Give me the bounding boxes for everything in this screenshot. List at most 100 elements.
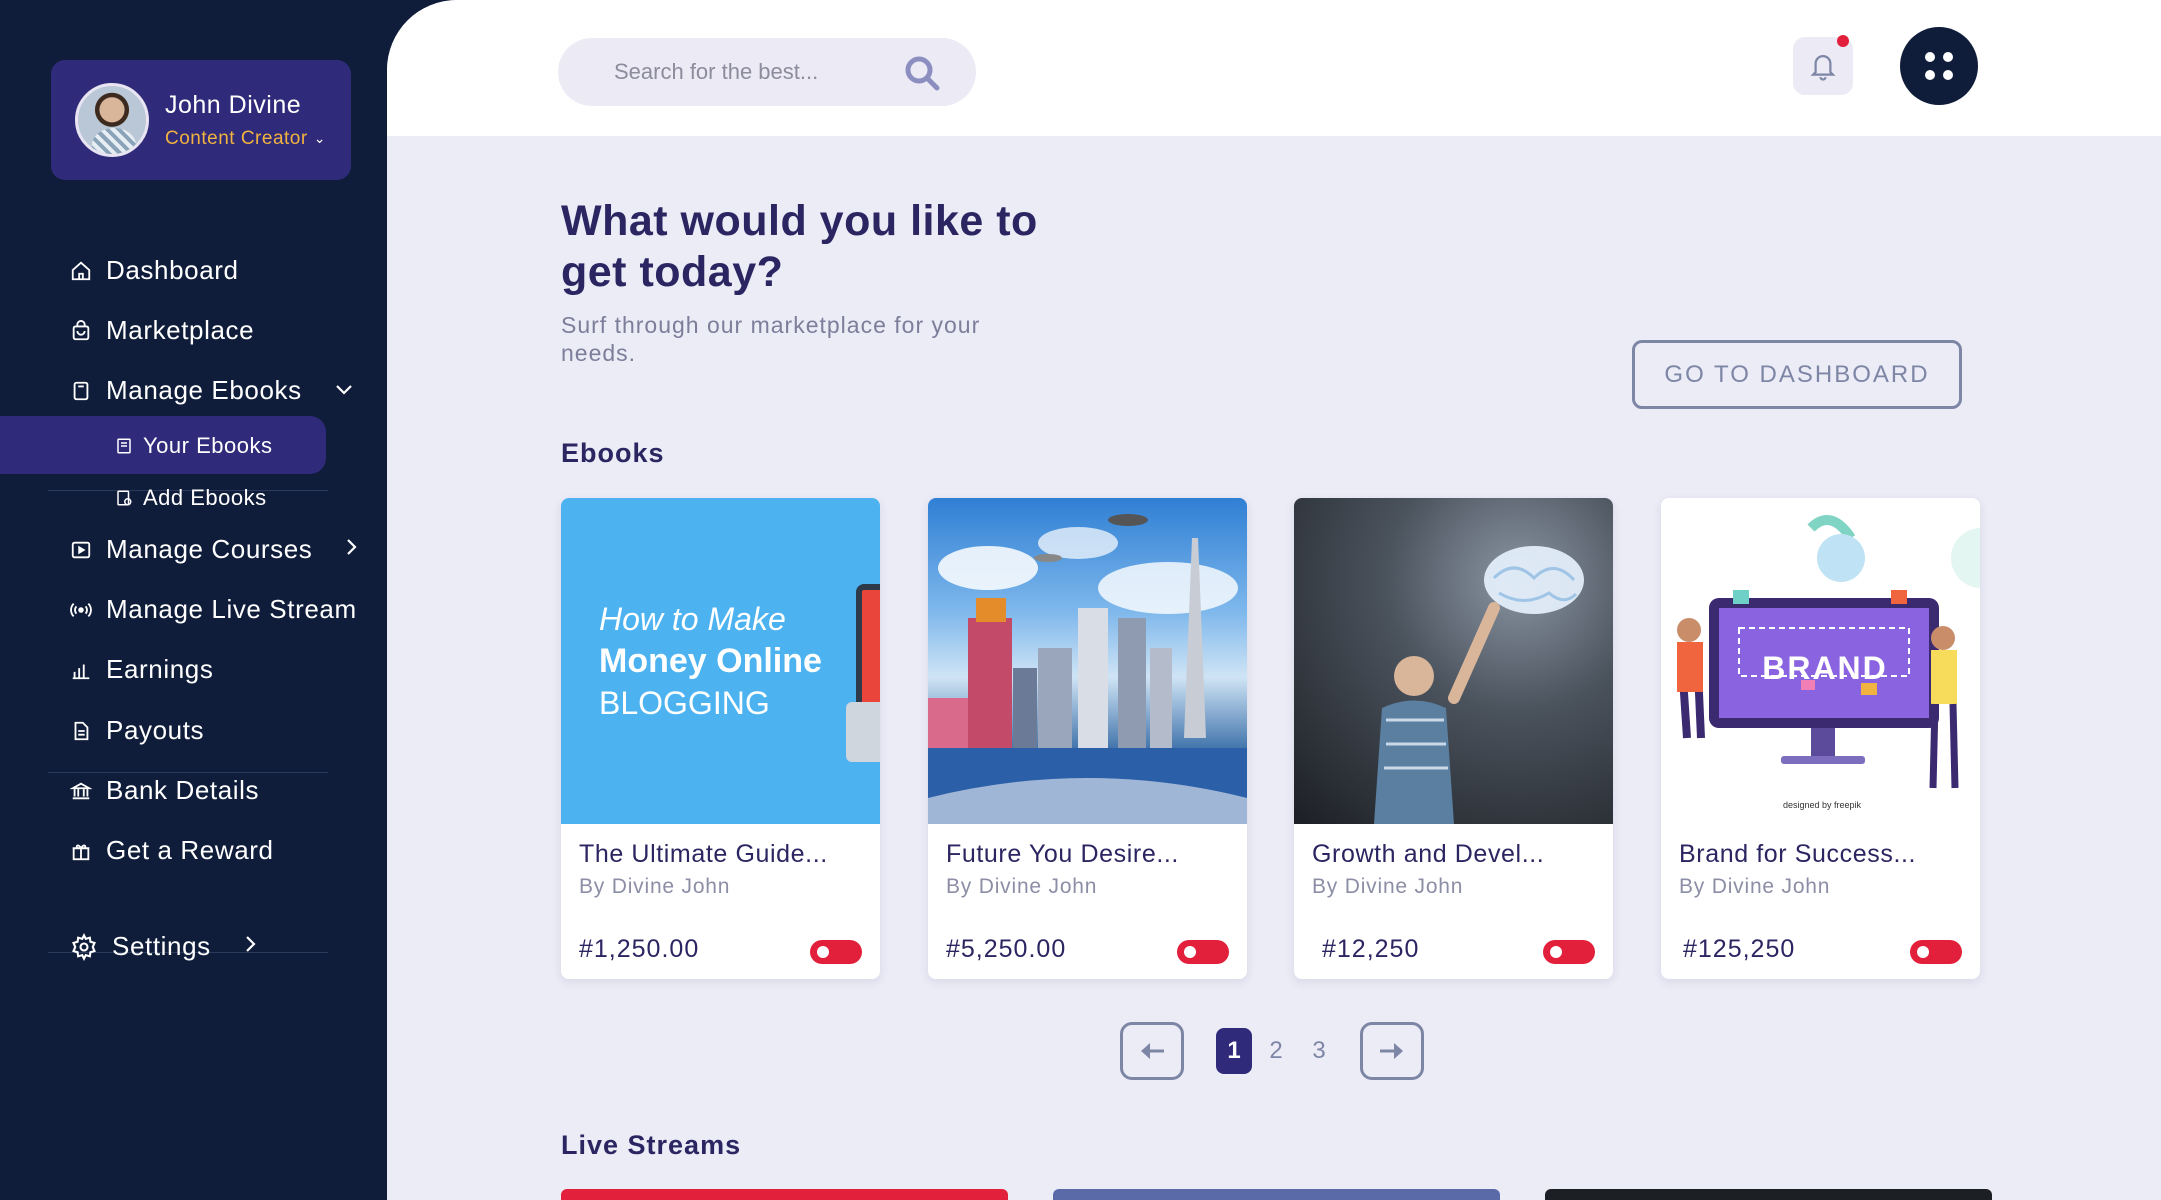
profile-name: John Divine <box>165 90 302 119</box>
bell-icon <box>1810 55 1836 81</box>
sidebar-item-label: Your Ebooks <box>143 433 273 458</box>
ebook-card[interactable]: How to Make Money Online BLOGGING The Ul… <box>561 498 880 979</box>
chevron-right-icon <box>243 934 257 960</box>
book-icon <box>70 380 92 402</box>
search-input[interactable] <box>614 59 894 85</box>
ebook-title: Future You Desire... <box>946 840 1179 868</box>
main-content: What would you like to get today? Surf t… <box>387 0 2161 1200</box>
profile-role[interactable]: Content Creator ⌄ <box>165 128 326 150</box>
document-icon <box>70 720 92 742</box>
pagination: 1 2 3 <box>387 1022 2161 1080</box>
chevron-right-icon <box>344 537 358 563</box>
ebook-price: #1,250.00 <box>579 935 700 963</box>
live-stream-card[interactable] <box>561 1189 1008 1200</box>
apps-menu-button[interactable] <box>1900 27 1978 105</box>
page-number[interactable]: 2 <box>1258 1028 1294 1074</box>
publish-toggle[interactable] <box>1910 940 1962 964</box>
sidebar-item-earnings[interactable]: Earnings <box>70 654 213 685</box>
previous-page-button[interactable] <box>1120 1022 1184 1080</box>
sidebar-item-your-ebooks[interactable]: Your Ebooks <box>115 433 272 459</box>
live-stream-card[interactable] <box>1053 1189 1500 1200</box>
sidebar-item-label: Add Ebooks <box>143 485 267 510</box>
cover-text: BLOGGING <box>599 685 770 721</box>
add-ebook-icon <box>115 489 133 507</box>
home-icon <box>70 260 92 282</box>
brain-man-illustration <box>1374 546 1584 824</box>
sidebar-item-label: Dashboard <box>106 255 239 285</box>
ebook-title: Brand for Success... <box>1679 840 1917 868</box>
cover-text: How to Make <box>599 601 786 637</box>
publish-toggle[interactable] <box>1177 940 1229 964</box>
shopping-bag-icon <box>70 319 92 342</box>
top-bar <box>387 0 2161 136</box>
ebook-cover: designed by freepik BRAND <box>1661 498 1980 824</box>
page-number[interactable]: 1 <box>1216 1028 1252 1074</box>
notification-button[interactable] <box>1793 35 1853 95</box>
sidebar-item-get-reward[interactable]: Get a Reward <box>70 835 274 866</box>
ebook-card[interactable]: designed by freepik BRAND Brand for Succ… <box>1661 498 1980 979</box>
bank-icon <box>70 780 92 802</box>
profile-role-label: Content Creator <box>165 127 308 149</box>
sidebar-item-payouts[interactable]: Payouts <box>70 715 204 746</box>
go-to-dashboard-button[interactable]: GO TO DASHBOARD <box>1632 340 1962 409</box>
notification-badge <box>1837 35 1849 47</box>
ebook-author: By Divine John <box>1679 875 1831 898</box>
sidebar-item-bank-details[interactable]: Bank Details <box>70 775 259 806</box>
ebook-author: By Divine John <box>1312 875 1464 898</box>
publish-toggle[interactable] <box>1543 940 1595 964</box>
ebook-icon <box>115 437 133 455</box>
sidebar-item-label: Manage Courses <box>106 534 313 564</box>
ebook-card[interactable]: Growth and Devel... By Divine John #12,2… <box>1294 498 1613 979</box>
sidebar-item-settings[interactable]: Settings <box>70 931 257 962</box>
sidebar-item-label: Payouts <box>106 715 205 745</box>
page-number[interactable]: 3 <box>1301 1028 1337 1074</box>
sidebar-item-label: Manage Live Stream <box>106 594 357 624</box>
page-subtitle: Surf through our marketplace for your ne… <box>561 312 981 366</box>
divider <box>48 772 328 773</box>
ebook-card[interactable]: Future You Desire... By Divine John #5,2… <box>928 498 1247 979</box>
futuristic-city-illustration <box>928 514 1247 824</box>
ebook-cover <box>928 498 1247 824</box>
sidebar-item-manage-courses[interactable]: Manage Courses <box>70 534 358 565</box>
profile-card[interactable]: John Divine Content Creator ⌄ <box>51 60 351 180</box>
avatar <box>75 83 149 157</box>
sidebar-item-add-ebooks[interactable]: Add Ebooks <box>115 485 267 511</box>
ebook-author: By Divine John <box>946 875 1098 898</box>
ebook-title: Growth and Devel... <box>1312 840 1545 868</box>
sidebar-item-manage-ebooks[interactable]: Manage Ebooks <box>70 375 354 406</box>
sidebar-item-marketplace[interactable]: Marketplace <box>70 315 254 346</box>
sidebar-item-label: Settings <box>112 931 211 961</box>
ebook-price: #12,250 <box>1322 935 1420 963</box>
next-page-button[interactable] <box>1360 1022 1424 1080</box>
arrow-right-icon <box>1380 1043 1403 1059</box>
sidebar-item-manage-live-stream[interactable]: Manage Live Stream <box>70 594 357 625</box>
ebook-title: The Ultimate Guide... <box>579 840 828 868</box>
sidebar-item-label: Manage Ebooks <box>106 375 302 405</box>
sidebar-item-dashboard[interactable]: Dashboard <box>70 255 239 286</box>
live-stream-card[interactable] <box>1545 1189 1992 1200</box>
laptop-base <box>846 702 880 762</box>
arrow-left-icon <box>1141 1043 1164 1059</box>
ebook-author: By Divine John <box>579 875 731 898</box>
chevron-down-icon <box>334 379 354 402</box>
gear-icon <box>70 932 98 961</box>
chevron-down-icon: ⌄ <box>313 130 326 146</box>
ebook-price: #125,250 <box>1683 935 1796 963</box>
live-streams-section-title: Live Streams <box>561 1130 742 1160</box>
search-bar[interactable] <box>558 38 976 106</box>
publish-toggle[interactable] <box>810 940 862 964</box>
sidebar-item-label: Get a Reward <box>106 835 274 865</box>
ebook-cover: How to Make Money Online BLOGGING <box>561 498 880 824</box>
broadcast-icon <box>70 599 92 621</box>
bar-chart-icon <box>70 659 92 681</box>
search-icon[interactable] <box>902 53 942 93</box>
cover-text: Money Online <box>599 642 822 680</box>
sidebar: John Divine Content Creator ⌄ Dashboard … <box>0 0 387 1200</box>
gift-icon <box>70 840 92 862</box>
page-title: What would you like to get today? <box>561 197 1038 296</box>
ebooks-section-title: Ebooks <box>561 438 665 468</box>
sidebar-item-label: Bank Details <box>106 775 260 805</box>
ebook-cover <box>1294 498 1613 824</box>
sidebar-item-label: Marketplace <box>106 315 255 345</box>
sidebar-item-label: Earnings <box>106 654 214 684</box>
